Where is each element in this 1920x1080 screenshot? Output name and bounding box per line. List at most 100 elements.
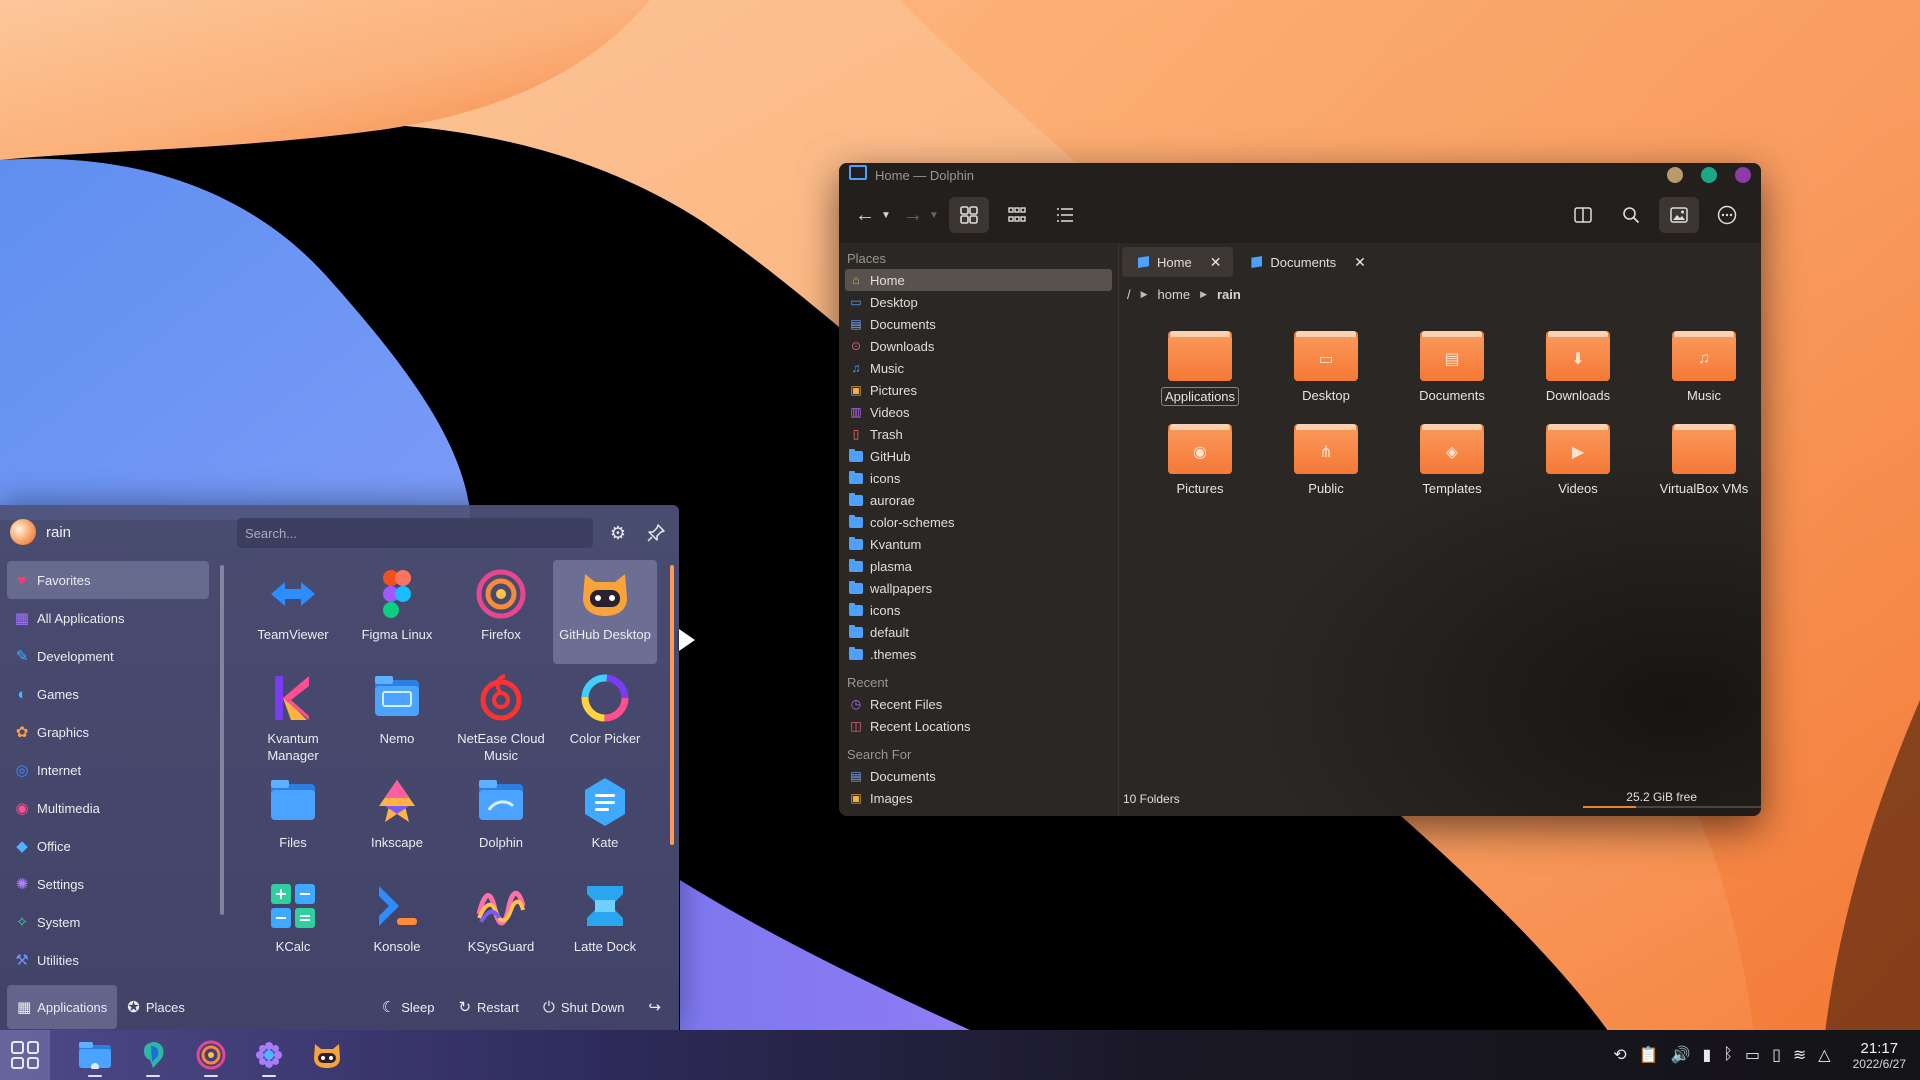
categories-scrollbar[interactable]	[220, 565, 224, 915]
app-konsole[interactable]: Konsole	[345, 872, 449, 976]
places-item-pictures[interactable]: ▣ Pictures	[845, 379, 1112, 401]
category-games[interactable]: ◐ Games	[7, 675, 209, 713]
kde-connect-tray-icon[interactable]: ⟲	[1613, 1045, 1626, 1065]
folder-templates[interactable]: ◈ Templates	[1389, 424, 1515, 497]
menu-button[interactable]	[1707, 197, 1747, 233]
places-item-music[interactable]: ♫ Music	[845, 357, 1112, 379]
places-item-trash[interactable]: ▯ Trash	[845, 423, 1112, 445]
app-kvantum-manager[interactable]: Kvantum Manager	[241, 664, 345, 768]
phone-icon[interactable]: ▯	[1772, 1045, 1781, 1065]
app-nemo[interactable]: Nemo	[345, 664, 449, 768]
folder-music[interactable]: ♫ Music	[1641, 331, 1761, 406]
avatar[interactable]	[10, 519, 36, 545]
places-item-icons[interactable]: icons	[845, 467, 1112, 489]
launcher-button[interactable]	[0, 1030, 50, 1080]
category-multimedia[interactable]: ◉ Multimedia	[7, 789, 209, 827]
folder-virtualbox-vms[interactable]: VirtualBox VMs	[1641, 424, 1761, 497]
search-button[interactable]	[1611, 197, 1651, 233]
app-files[interactable]: Files	[241, 768, 345, 872]
shutdown-button[interactable]: ⏻ Shut Down	[533, 985, 634, 1029]
places-item-images[interactable]: ▣ Images	[845, 787, 1112, 809]
breadcrumb-home[interactable]: home	[1158, 287, 1191, 302]
bluetooth-icon[interactable]: ᛒ	[1723, 1046, 1733, 1064]
places-item-default[interactable]: default	[845, 621, 1112, 643]
folder-public[interactable]: ⋔ Public	[1263, 424, 1389, 497]
app-netease-cloud-music[interactable]: NetEase Cloud Music	[449, 664, 553, 768]
preview-button[interactable]	[1659, 197, 1699, 233]
title-bar[interactable]: Home — Dolphin	[839, 163, 1761, 187]
wifi-icon[interactable]: ≋	[1793, 1045, 1806, 1065]
display-icon[interactable]: ▭	[1745, 1045, 1760, 1065]
close-button[interactable]	[1735, 167, 1751, 183]
category-graphics[interactable]: ✿ Graphics	[7, 713, 209, 751]
category-utilities[interactable]: ⚒ Utilities	[7, 941, 209, 979]
category-office[interactable]: ◆ Office	[7, 827, 209, 865]
category-all-applications[interactable]: ▦ All Applications	[7, 599, 209, 637]
app-firefox[interactable]: Firefox	[449, 560, 553, 664]
task-firefox[interactable]	[182, 1030, 240, 1080]
places-item-color-schemes[interactable]: color-schemes	[845, 511, 1112, 533]
breadcrumb-root[interactable]: /	[1127, 287, 1131, 302]
expand-tray-icon[interactable]: △	[1818, 1045, 1830, 1065]
task-dolphin[interactable]	[66, 1030, 124, 1080]
category-settings[interactable]: ✺ Settings	[7, 865, 209, 903]
places-item-recent-files[interactable]: ◷ Recent Files	[845, 693, 1112, 715]
places-item-home[interactable]: ⌂ Home	[845, 269, 1112, 291]
app-kate[interactable]: Kate	[553, 768, 657, 872]
task-settings[interactable]	[240, 1030, 298, 1080]
places-item-wallpapers[interactable]: wallpapers	[845, 577, 1112, 599]
file-view[interactable]: Home ✕ Documents ✕ / ▶ home ▶ rain Applicat…	[1119, 243, 1761, 816]
back-button[interactable]: ← ▼	[853, 197, 893, 233]
places-item-videos[interactable]: ▥ Videos	[845, 401, 1112, 423]
folder-pictures[interactable]: ◉ Pictures	[1137, 424, 1263, 497]
tab-home[interactable]: Home ✕	[1122, 247, 1234, 277]
places-item-aurorae[interactable]: aurorae	[845, 489, 1112, 511]
sleep-button[interactable]: ☾ Sleep	[372, 985, 445, 1029]
places-item-documents[interactable]: ▤ Documents	[845, 765, 1112, 787]
places-item-icons[interactable]: icons	[845, 599, 1112, 621]
app-github-desktop[interactable]: GitHub Desktop	[553, 560, 657, 664]
app-ksysguard[interactable]: KSysGuard	[449, 872, 553, 976]
task-github-desktop[interactable]	[298, 1030, 356, 1080]
task-kde-connect[interactable]	[124, 1030, 182, 1080]
places-item-desktop[interactable]: ▭ Desktop	[845, 291, 1112, 313]
app-latte-dock[interactable]: Latte Dock	[553, 872, 657, 976]
compact-view-button[interactable]	[997, 197, 1037, 233]
app-figma-linux[interactable]: Figma Linux	[345, 560, 449, 664]
category-development[interactable]: ✎ Development	[7, 637, 209, 675]
folder-documents[interactable]: ▤ Documents	[1389, 331, 1515, 406]
places-item-downloads[interactable]: ⊙ Downloads	[845, 335, 1112, 357]
places-item-recent-locations[interactable]: ◫ Recent Locations	[845, 715, 1112, 737]
places-item-github[interactable]: GitHub	[845, 445, 1112, 467]
restart-button[interactable]: ↻ Restart	[448, 985, 528, 1029]
places-tab[interactable]: ✪ Places	[117, 985, 195, 1029]
folder-applications[interactable]: Applications	[1137, 331, 1263, 406]
volume-icon[interactable]: 🔊	[1671, 1045, 1691, 1065]
folder-videos[interactable]: ▶ Videos	[1515, 424, 1641, 497]
maximize-button[interactable]	[1701, 167, 1717, 183]
places-item-themes[interactable]: .themes	[845, 643, 1112, 665]
icons-view-button[interactable]	[949, 197, 989, 233]
places-item-plasma[interactable]: plasma	[845, 555, 1112, 577]
digital-clock[interactable]: 21:17 2022/6/27	[1853, 1040, 1906, 1071]
minimize-button[interactable]	[1667, 167, 1683, 183]
app-dolphin[interactable]: Dolphin	[449, 768, 553, 872]
leave-button[interactable]: ↪	[638, 985, 671, 1029]
places-item-documents[interactable]: ▤ Documents	[845, 313, 1112, 335]
details-view-button[interactable]	[1045, 197, 1085, 233]
apps-scrollbar[interactable]	[670, 565, 674, 845]
free-space-label[interactable]: 25.2 GiB free	[1626, 790, 1697, 804]
pin-button[interactable]	[644, 521, 668, 545]
forward-button[interactable]: → ▼	[901, 197, 941, 233]
folder-desktop[interactable]: ▭ Desktop	[1263, 331, 1389, 406]
category-favorites[interactable]: ♥ Favorites	[7, 561, 209, 599]
places-item-kvantum[interactable]: Kvantum	[845, 533, 1112, 555]
clipboard-icon[interactable]: 📋	[1639, 1045, 1659, 1065]
search-input[interactable]	[237, 518, 593, 548]
applications-tab[interactable]: ▦ Applications	[7, 985, 118, 1029]
tab-documents[interactable]: Documents ✕	[1235, 247, 1377, 277]
close-tab-icon[interactable]: ✕	[1354, 254, 1366, 271]
app-color-picker[interactable]: Color Picker	[553, 664, 657, 768]
breadcrumb-current[interactable]: rain	[1217, 287, 1241, 302]
battery-icon[interactable]: ▮	[1703, 1045, 1712, 1065]
